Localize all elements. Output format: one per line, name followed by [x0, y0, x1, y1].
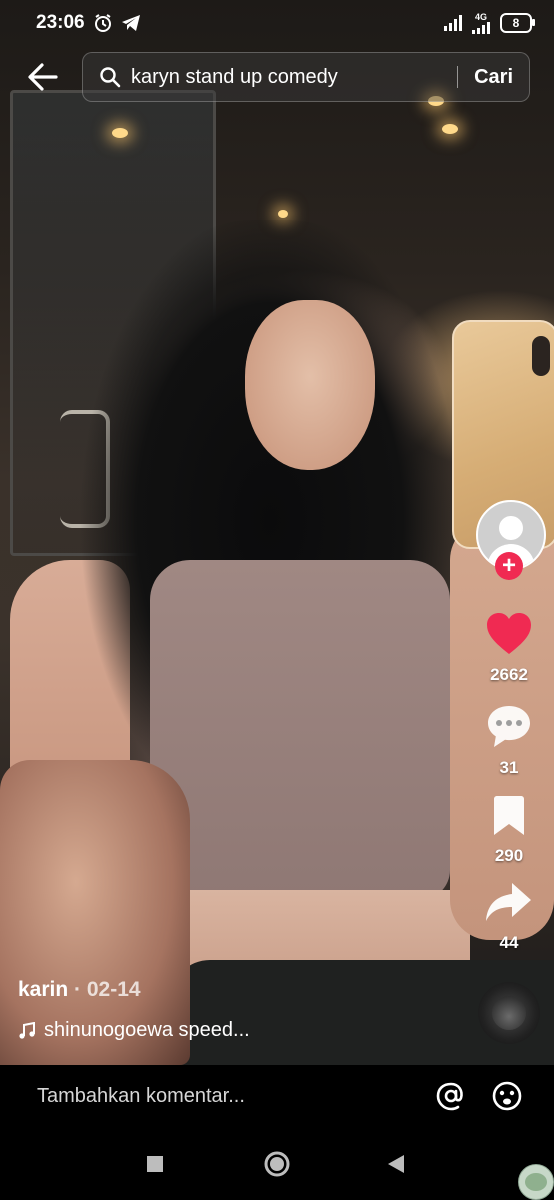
emoji-icon	[492, 1081, 522, 1111]
follow-button[interactable]: +	[495, 552, 523, 580]
sound-link[interactable]: shinunogoewa speed...	[18, 1019, 250, 1042]
mention-icon	[436, 1082, 463, 1111]
ceiling-light	[112, 128, 128, 138]
sound-cover	[492, 996, 526, 1030]
recent-apps-button[interactable]	[138, 1147, 172, 1181]
emoji-button[interactable]	[490, 1079, 524, 1113]
network-type: 4G	[474, 11, 487, 22]
ceiling-light	[442, 124, 458, 134]
alarm-icon	[94, 14, 111, 32]
save-button[interactable]: 290	[474, 795, 544, 866]
author-name[interactable]: karin	[18, 978, 68, 1001]
signal-icon	[472, 21, 490, 34]
system-nav-bar	[0, 1127, 554, 1200]
back-arrow-icon	[28, 63, 58, 91]
comment-bar: Tambahkan komentar...	[0, 1065, 554, 1127]
frog-icon	[525, 1173, 547, 1191]
post-date: · 02-14	[74, 978, 141, 1001]
video-frame[interactable]	[0, 0, 554, 1065]
search-button[interactable]: Cari	[458, 66, 529, 89]
telegram-icon	[121, 15, 140, 31]
ceiling-light	[278, 210, 288, 218]
like-count: 2662	[490, 665, 528, 684]
floating-badge[interactable]	[518, 1164, 554, 1200]
search-icon	[100, 67, 121, 88]
sound-title: shinunogoewa speed...	[44, 1019, 250, 1041]
music-note-icon	[19, 1021, 35, 1039]
comment-input[interactable]: Tambahkan komentar...	[37, 1085, 412, 1108]
signal-icon	[444, 15, 462, 31]
battery-indicator: 8	[500, 13, 535, 33]
share-button[interactable]: 44	[474, 880, 544, 953]
heart-icon	[487, 613, 531, 654]
search-bar[interactable]: karyn stand up comedy Cari	[82, 52, 530, 102]
music-disc-button[interactable]	[478, 982, 540, 1044]
mention-button[interactable]	[434, 1079, 468, 1113]
comment-button[interactable]: 31	[474, 703, 544, 778]
save-count: 290	[494, 846, 524, 865]
share-icon	[486, 883, 531, 921]
comment-count: 31	[499, 758, 519, 777]
square-icon	[147, 1156, 163, 1172]
person-top	[150, 560, 450, 900]
like-button[interactable]: 2662	[474, 612, 544, 685]
comment-icon	[488, 706, 530, 747]
share-count: 44	[499, 933, 519, 952]
status-time: 23:06	[36, 12, 85, 33]
status-bar: 23:06 4G 8	[0, 0, 554, 46]
home-button[interactable]	[260, 1147, 294, 1181]
author-line: karin · 02-14	[18, 978, 141, 1002]
triangle-back-icon	[388, 1155, 404, 1173]
circle-icon	[264, 1151, 290, 1177]
bookmark-icon	[494, 796, 524, 835]
search-query[interactable]: karyn stand up comedy	[131, 66, 457, 89]
back-button[interactable]	[26, 60, 62, 96]
person-face	[245, 300, 375, 470]
back-nav-button[interactable]	[379, 1147, 413, 1181]
